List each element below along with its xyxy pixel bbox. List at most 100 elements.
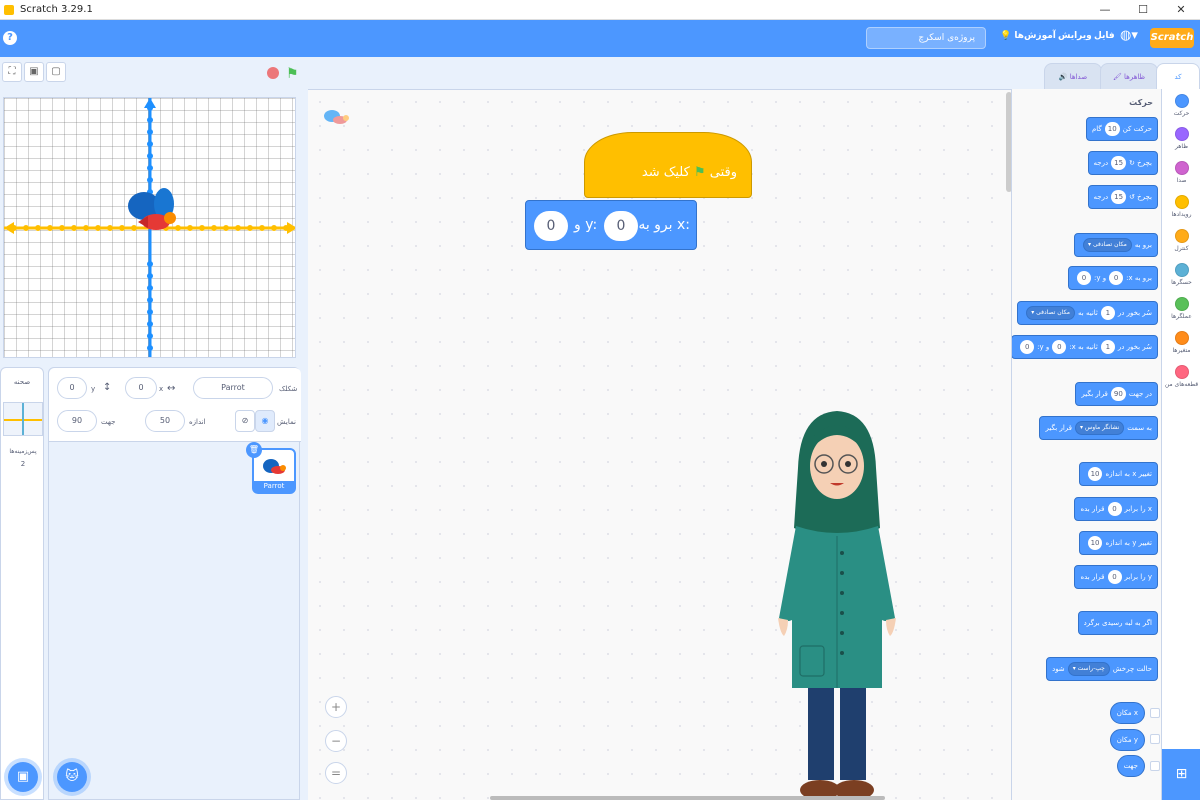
category-variables-label: متغیرها: [1172, 347, 1191, 354]
x-position-reporter[interactable]: مکان x: [1109, 702, 1145, 724]
close-button[interactable]: ✕: [1162, 3, 1200, 16]
goto-xy-pre: برو به x:: [1126, 274, 1152, 282]
x-position-checkbox[interactable]: [1150, 708, 1160, 718]
point-towards-block[interactable]: به سمت نشانگر ماوس ▾ قرار بگیر: [1039, 416, 1158, 440]
tab-code[interactable]: کد: [1156, 63, 1200, 90]
help-icon[interactable]: ?: [3, 31, 17, 45]
glide-xy-y-input[interactable]: 0: [1020, 340, 1035, 354]
goto-x-input[interactable]: 0: [604, 211, 638, 241]
bounce-on-edge-block[interactable]: اگر به لبه رسیدی برگرد: [1077, 611, 1158, 635]
maximize-button[interactable]: ☐: [1124, 3, 1162, 16]
size-input[interactable]: 50: [145, 410, 185, 432]
current-sprite-parrot-icon: [324, 110, 349, 124]
language-globe-icon[interactable]: ◍▾: [1120, 28, 1138, 43]
glide-random-dropdown[interactable]: مکان تصادفی ▾: [1026, 306, 1076, 320]
green-flag-icon: ⚑: [693, 165, 706, 180]
stage-canvas[interactable]: [3, 97, 296, 358]
glide-random-block[interactable]: سُر بخور در 1 ثانیه به مکان تصادفی ▾: [1017, 301, 1158, 325]
turn-left-input[interactable]: 15: [1111, 190, 1127, 204]
point-dir-input[interactable]: 90: [1110, 387, 1126, 401]
move-steps-block[interactable]: حرکت کن 10 گام: [1085, 117, 1158, 141]
category-control[interactable]: کنترل: [1162, 229, 1200, 252]
goto-xy-x-input[interactable]: 0: [1109, 271, 1124, 285]
rotation-style-block[interactable]: حالت چرخش چپ-راست ▾ شود: [1046, 657, 1158, 681]
category-looks[interactable]: ظاهر: [1162, 127, 1200, 150]
change-y-block[interactable]: تغییر y به اندازه 10: [1078, 531, 1158, 555]
add-extension-icon[interactable]: ⊞: [1162, 749, 1200, 800]
small-stage-icon[interactable]: ▣: [24, 62, 44, 82]
turn-left-block[interactable]: بچرخ ↺ 15 درجه: [1087, 185, 1158, 209]
rotation-style-dropdown[interactable]: چپ-راست ▾: [1067, 662, 1110, 676]
block-palette[interactable]: حرکت حرکت کن 10 گام بچرخ ↻ 15 درجه بچرخ …: [1011, 89, 1161, 800]
tutorials-menu[interactable]: 💡 آموزش‌ها: [1000, 31, 1056, 41]
backdrop-thumbnail[interactable]: [3, 402, 43, 436]
goto-xy-palette-block[interactable]: برو به x: 0 و y: 0: [1068, 266, 1158, 290]
zoom-reset-icon[interactable]: =: [325, 762, 347, 784]
goto-xy-block[interactable]: برو به x: 0 و y: 0: [525, 200, 697, 250]
edit-menu[interactable]: ویرایش: [1058, 31, 1092, 41]
full-screen-icon[interactable]: ⛶: [2, 62, 22, 82]
set-y-input[interactable]: 0: [1107, 570, 1122, 584]
project-title-input[interactable]: پروژه‌ی اسکرچ: [866, 27, 986, 49]
set-y-block[interactable]: y را برابر 0 قرار بده: [1074, 565, 1158, 589]
change-y-input[interactable]: 10: [1087, 536, 1103, 550]
glide-xy-secs-input[interactable]: 1: [1100, 340, 1115, 354]
stop-icon[interactable]: [267, 67, 279, 79]
hat-pre-text: وقتی: [709, 165, 737, 180]
category-sound[interactable]: صدا: [1162, 161, 1200, 184]
goto-random-dd-label: مکان تصادفی: [1092, 241, 1127, 248]
y-input[interactable]: 0: [57, 377, 87, 399]
set-y-pre: y را برابر: [1124, 573, 1153, 581]
normal-stage-icon[interactable]: ▢: [46, 62, 66, 82]
scratch-logo[interactable]: Scratch: [1150, 28, 1194, 48]
turn-right-block[interactable]: بچرخ ↻ 15 درجه: [1087, 151, 1158, 175]
point-direction-block[interactable]: در جهت 90 قرار بگیر: [1075, 382, 1158, 406]
set-x-block[interactable]: x را برابر 0 قرار بده: [1074, 497, 1158, 521]
x-arrows-icon: ↔: [167, 383, 176, 394]
zoom-out-icon[interactable]: −: [325, 730, 347, 752]
file-menu[interactable]: فایل: [1094, 31, 1115, 41]
sprite-name-input[interactable]: Parrot: [193, 377, 273, 399]
stage-target-panel[interactable]: صحنه پس‌زمینه‌ها 2: [0, 367, 44, 800]
workspace-horizontal-scrollbar[interactable]: [490, 796, 885, 800]
category-my-blocks[interactable]: قطعه‌های من: [1162, 365, 1200, 388]
direction-input[interactable]: 90: [57, 410, 97, 432]
goto-random-block[interactable]: برو به مکان تصادفی ▾: [1074, 233, 1158, 257]
show-visible-eye-icon[interactable]: ◉: [255, 410, 275, 432]
green-flag-icon[interactable]: ⚑: [286, 66, 299, 82]
category-motion[interactable]: حرکت: [1162, 94, 1200, 117]
change-x-input[interactable]: 10: [1087, 467, 1103, 481]
tab-sounds[interactable]: 🔊 صداها: [1044, 63, 1102, 90]
category-operators[interactable]: عملگرها: [1162, 297, 1200, 320]
goto-xy-y-input[interactable]: 0: [1077, 271, 1092, 285]
change-x-block[interactable]: تغییر x به اندازه 10: [1078, 462, 1158, 486]
turn-right-input[interactable]: 15: [1111, 156, 1127, 170]
category-variables[interactable]: متغیرها: [1162, 331, 1200, 354]
y-position-reporter[interactable]: مکان y: [1109, 729, 1145, 751]
category-events-label: رویدادها: [1171, 211, 1192, 218]
tab-costumes[interactable]: 🖌 ظاهرها: [1100, 63, 1158, 90]
when-flag-clicked-block[interactable]: وقتی ⚑ کلیک شد: [584, 132, 752, 198]
stage-panel-title: صحنه: [13, 378, 31, 386]
glide-random-secs-input[interactable]: 1: [1100, 306, 1115, 320]
choose-sprite-cat-icon[interactable]: 🐱: [57, 762, 87, 792]
minimize-button[interactable]: —: [1086, 3, 1124, 16]
point-towards-dropdown[interactable]: نشانگر ماوس ▾: [1075, 421, 1125, 435]
goto-random-dropdown[interactable]: مکان تصادفی ▾: [1083, 238, 1132, 252]
x-input[interactable]: 0: [125, 377, 157, 399]
delete-sprite-trash-icon[interactable]: 🗑: [246, 442, 262, 458]
glide-xy-x-input[interactable]: 0: [1052, 340, 1067, 354]
hide-eye-icon[interactable]: ⊘: [235, 410, 255, 432]
set-x-input[interactable]: 0: [1107, 502, 1122, 516]
goto-y-input[interactable]: 0: [534, 211, 568, 241]
glide-xy-block[interactable]: سُر بخور در 1 ثانیه به x: 0 و y: 0: [1012, 335, 1158, 359]
category-events[interactable]: رویدادها: [1162, 195, 1200, 218]
zoom-in-icon[interactable]: +: [325, 696, 347, 718]
direction-reporter[interactable]: جهت: [1116, 755, 1145, 777]
category-sensing-label: حسگرها: [1171, 279, 1192, 286]
y-position-checkbox[interactable]: [1150, 734, 1160, 744]
choose-backdrop-icon[interactable]: ▣: [8, 762, 38, 792]
category-sensing[interactable]: حسگرها: [1162, 263, 1200, 286]
move-steps-input[interactable]: 10: [1104, 122, 1120, 136]
direction-checkbox[interactable]: [1150, 761, 1160, 771]
